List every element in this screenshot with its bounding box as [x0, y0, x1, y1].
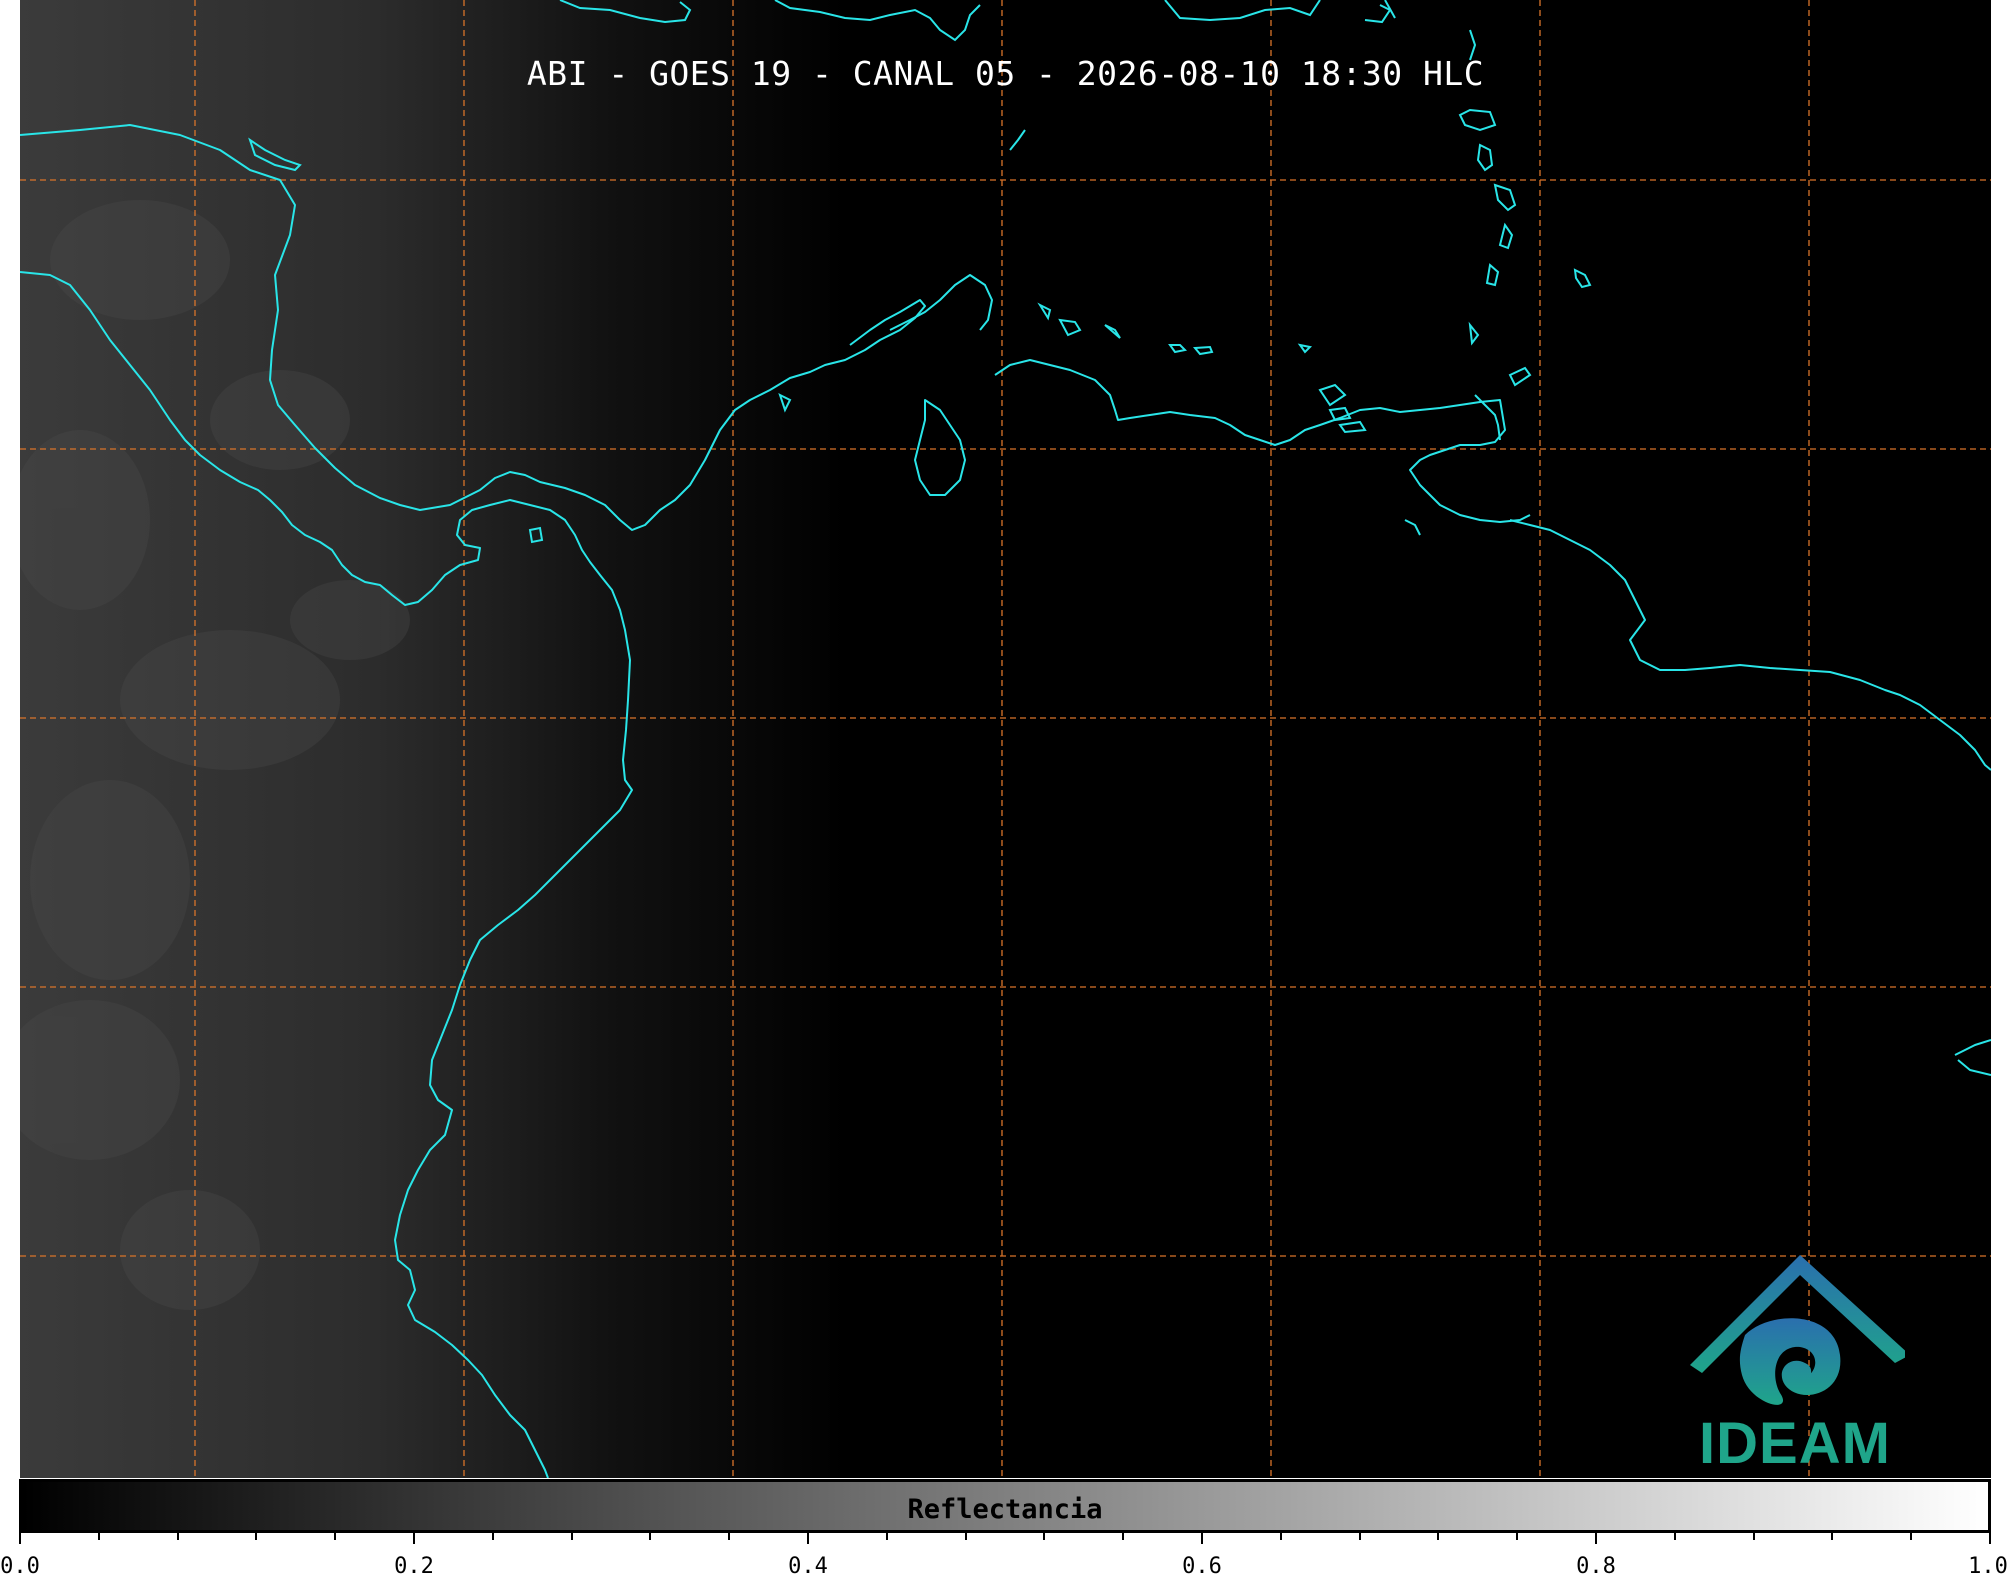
colorbar-minor-tick	[649, 1533, 652, 1540]
colorbar-minor-tick	[570, 1533, 573, 1540]
colorbar-tick-label: 0.0	[0, 1554, 40, 1579]
colorbar-major-tick	[807, 1533, 809, 1544]
colorbar-minor-tick	[255, 1533, 258, 1540]
colorbar-minor-tick	[885, 1533, 888, 1540]
colorbar-minor-tick	[1043, 1533, 1046, 1540]
colorbar-tick-label: 0.2	[394, 1554, 434, 1579]
colorbar-axis: 0.0 0.2 0.4 0.6 0.8 1.0	[0, 1533, 2011, 1579]
colorbar-minor-tick	[1516, 1533, 1519, 1540]
colorbar-tick-label: 1.0	[1968, 1554, 2008, 1579]
colorbar-minor-tick	[1122, 1533, 1125, 1540]
colorbar-major-tick	[413, 1533, 415, 1544]
colorbar-minor-tick	[176, 1533, 179, 1540]
colorbar-minor-tick	[1831, 1533, 1834, 1540]
colorbar-major-tick	[1595, 1533, 1597, 1544]
colorbar-minor-tick	[1910, 1533, 1913, 1540]
colorbar-minor-tick	[97, 1533, 100, 1540]
colorbar-label: Reflectancia	[907, 1494, 1103, 1525]
colorbar-major-tick	[1989, 1533, 1991, 1544]
colorbar-major-tick	[1201, 1533, 1203, 1544]
colorbar-minor-tick	[728, 1533, 731, 1540]
colorbar-minor-tick	[1673, 1533, 1676, 1540]
colorbar-tick-label: 0.6	[1182, 1554, 1222, 1579]
colorbar-minor-tick	[1358, 1533, 1361, 1540]
colorbar-minor-tick	[964, 1533, 967, 1540]
colorbar-minor-tick	[334, 1533, 337, 1540]
colorbar-minor-tick	[1437, 1533, 1440, 1540]
satellite-map: ABI - GOES 19 - CANAL 05 - 2026-08-10 18…	[20, 0, 1991, 1478]
colorbar-minor-tick	[1279, 1533, 1282, 1540]
colorbar-minor-tick	[491, 1533, 494, 1540]
colorbar: Reflectancia	[19, 1479, 1991, 1533]
colorbar-minor-tick	[1752, 1533, 1755, 1540]
map-title: ABI - GOES 19 - CANAL 05 - 2026-08-10 18…	[526, 54, 1485, 93]
colorbar-major-tick	[19, 1533, 21, 1544]
colorbar-tick-label: 0.8	[1576, 1554, 1616, 1579]
logo-text: IDEAM	[1699, 1411, 1891, 1476]
colorbar-tick-label: 0.4	[788, 1554, 828, 1579]
